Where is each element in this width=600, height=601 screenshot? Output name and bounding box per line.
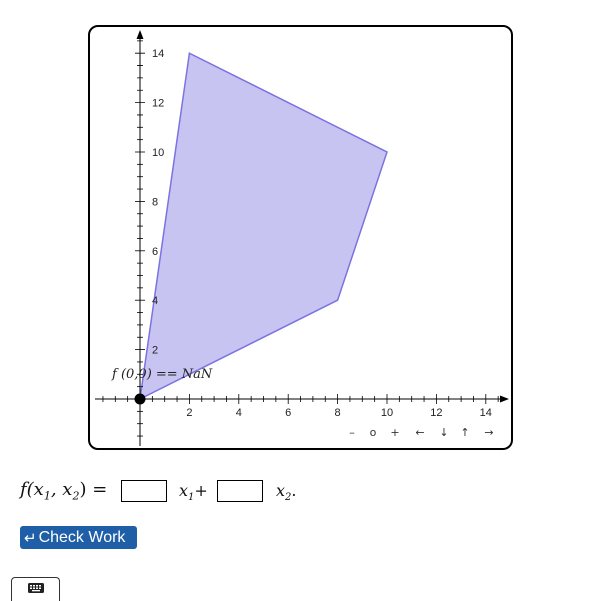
zoom-out-button[interactable]: – [349, 426, 355, 439]
function-lhs: f(x1, x2) = [20, 479, 108, 503]
zoom-in-button[interactable]: + [390, 426, 399, 439]
x-tick-label: 4 [236, 407, 242, 419]
point-label: f (0,0) == NaN [111, 367, 213, 382]
x-axis-arrow-icon [500, 395, 509, 403]
return-arrow-icon: ↵ [24, 528, 37, 547]
variable-x2: x2. [276, 481, 297, 504]
y-tick-label: 6 [152, 246, 158, 258]
check-work-label: Check Work [38, 528, 126, 546]
y-axis-arrow-icon [136, 30, 144, 39]
x-tick-label: 14 [480, 407, 492, 419]
feasible-region-polygon [139, 52, 388, 401]
y-tick-label: 2 [152, 345, 158, 357]
y-tick-label: 4 [152, 295, 158, 307]
variable-x1: x1+ [179, 481, 208, 504]
zoom-reset-button[interactable]: o [370, 426, 377, 439]
y-tick-label: 8 [152, 196, 158, 208]
pan-right-button[interactable]: → [484, 426, 493, 439]
origin-point[interactable] [134, 393, 146, 405]
graph-canvas[interactable]: 2 4 6 8 10 12 14 2 4 6 8 10 12 14 f (0,0) == NaN – o + ← ↓ ↑… [90, 27, 511, 448]
x-tick-label: 2 [186, 407, 192, 419]
graph-board[interactable]: 2 4 6 8 10 12 14 2 4 6 8 10 12 14 f (0,0) == NaN – o + ← ↓ ↑… [88, 25, 513, 450]
y-tick-label: 14 [152, 48, 164, 60]
objective-function: f(x1, x2) = x1+ x2. [20, 478, 420, 506]
coefficient-1-input[interactable] [121, 480, 167, 502]
keyboard-icon [27, 583, 44, 593]
keyboard-toggle-button[interactable] [11, 577, 60, 601]
coefficient-2-input[interactable] [217, 480, 263, 502]
pan-left-button[interactable]: ← [415, 426, 424, 439]
y-tick-label: 12 [152, 98, 164, 110]
x-tick-label: 8 [335, 407, 341, 419]
pan-down-button[interactable]: ↓ [439, 426, 448, 439]
x-tick-label: 6 [285, 407, 291, 419]
x-tick-label: 10 [381, 407, 393, 419]
y-tick-label: 10 [152, 147, 164, 159]
check-work-button[interactable]: ↵ Check Work [20, 526, 137, 549]
x-tick-label: 12 [430, 407, 442, 419]
pan-up-button[interactable]: ↑ [460, 426, 469, 439]
